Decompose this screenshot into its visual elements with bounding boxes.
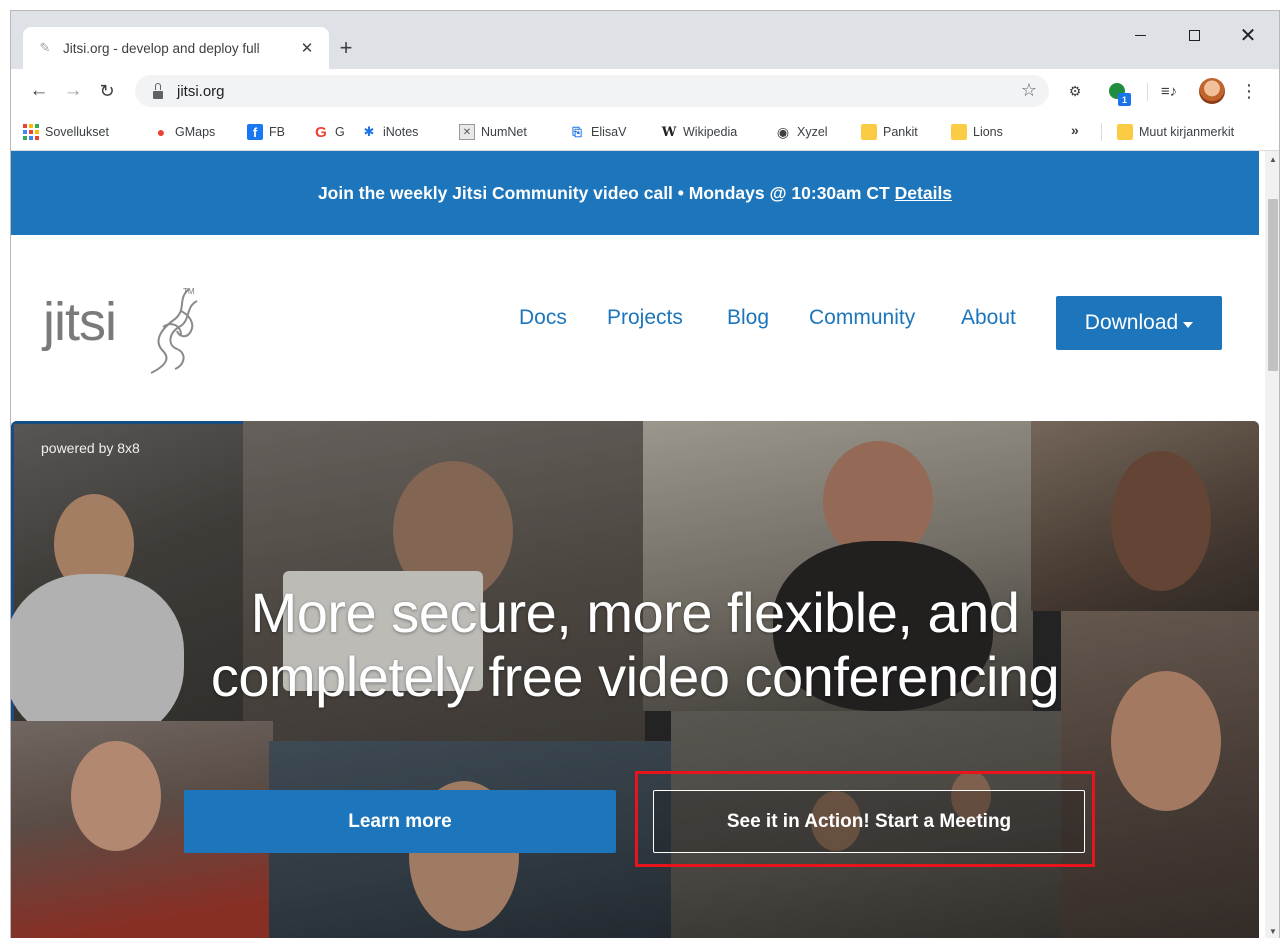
bookmark-numnet[interactable]: ✕ NumNet bbox=[459, 122, 527, 142]
folder-icon bbox=[861, 124, 877, 140]
folder-icon bbox=[951, 124, 967, 140]
numnet-icon: ✕ bbox=[459, 124, 475, 140]
forward-arrow-icon[interactable]: → bbox=[59, 77, 87, 105]
bookmark-other[interactable]: Muut kirjanmerkit bbox=[1117, 122, 1234, 142]
bookmark-star-icon[interactable]: ☆ bbox=[1021, 80, 1037, 101]
scrollbar-thumb[interactable] bbox=[1268, 199, 1278, 371]
bookmark-gmaps[interactable]: ● GMaps bbox=[153, 122, 216, 142]
globe-icon: ◉ bbox=[776, 123, 790, 140]
tab-strip: ✎ Jitsi.org - develop and deploy full ✕ … bbox=[11, 11, 1279, 69]
bookmark-label: NumNet bbox=[481, 125, 527, 139]
powered-by-label: powered by 8x8 bbox=[41, 440, 140, 456]
download-button[interactable]: Download bbox=[1056, 296, 1222, 350]
bookmark-label: ElisaV bbox=[591, 125, 627, 139]
nav-about[interactable]: About bbox=[961, 306, 1016, 330]
minimize-icon bbox=[1134, 34, 1146, 36]
new-tab-icon[interactable]: + bbox=[333, 35, 359, 61]
jitsi-logo[interactable]: jitsi TM bbox=[43, 281, 223, 381]
lock-icon[interactable] bbox=[153, 82, 163, 99]
browser-window: ✎ Jitsi.org - develop and deploy full ✕ … bbox=[10, 10, 1280, 938]
minimize-button[interactable] bbox=[1117, 21, 1163, 49]
bookmark-wikipedia[interactable]: W Wikipedia bbox=[661, 122, 738, 142]
folder-icon bbox=[1117, 124, 1133, 140]
nav-projects[interactable]: Projects bbox=[607, 306, 683, 330]
tab-close-icon[interactable]: ✕ bbox=[297, 38, 317, 58]
page-scrollbar[interactable]: ▲ ▼ bbox=[1265, 151, 1279, 938]
caret-down-icon bbox=[1183, 321, 1194, 328]
highlight-annotation bbox=[635, 771, 1095, 867]
profile-avatar[interactable] bbox=[1199, 78, 1225, 104]
bookmark-fb[interactable]: f FB bbox=[247, 122, 285, 142]
toolbar-divider bbox=[1147, 83, 1148, 101]
inotes-icon: ✱ bbox=[363, 124, 375, 139]
bookmark-label: Wikipedia bbox=[683, 125, 738, 139]
nav-docs[interactable]: Docs bbox=[519, 306, 567, 330]
community-banner: Join the weekly Jitsi Community video ca… bbox=[11, 151, 1259, 235]
extension-badge-icon[interactable]: 1 bbox=[1105, 79, 1131, 106]
browser-tab[interactable]: ✎ Jitsi.org - develop and deploy full ✕ bbox=[23, 27, 329, 69]
page-viewport: Join the weekly Jitsi Community video ca… bbox=[11, 151, 1279, 938]
bookmark-label: Muut kirjanmerkit bbox=[1139, 125, 1235, 139]
reload-icon[interactable]: ↻ bbox=[93, 77, 121, 105]
bookmarks-bar: Sovellukset ● GMaps f FB G G ✱ iNotes ✕ … bbox=[11, 113, 1279, 151]
hero-section: powered by 8x8 More secure, more flexibl… bbox=[11, 421, 1259, 938]
bookmark-label: G bbox=[335, 125, 345, 139]
bookmark-lions[interactable]: Lions bbox=[951, 122, 1003, 142]
media-control-icon[interactable]: ≡♪ bbox=[1157, 79, 1181, 103]
bookmark-label: Sovellukset bbox=[45, 125, 109, 139]
extension-icon[interactable]: ⚙ bbox=[1065, 79, 1085, 103]
bookmark-pankit[interactable]: Pankit bbox=[861, 122, 918, 142]
facebook-icon: f bbox=[247, 124, 263, 140]
scroll-up-arrow-icon[interactable]: ▲ bbox=[1265, 151, 1279, 167]
bookmarks-divider bbox=[1101, 123, 1102, 141]
tab-title: Jitsi.org - develop and deploy full bbox=[63, 40, 260, 56]
elisa-icon: ⎘ bbox=[572, 124, 582, 139]
back-arrow-icon[interactable]: ← bbox=[25, 77, 53, 105]
bookmark-label: Lions bbox=[973, 125, 1003, 139]
jitsi-flame-icon bbox=[150, 288, 198, 374]
bookmark-xyzel[interactable]: ◉ Xyzel bbox=[775, 122, 828, 142]
extension-badge-count: 1 bbox=[1118, 93, 1131, 106]
more-menu-icon[interactable]: ⋮ bbox=[1239, 78, 1259, 104]
jitsi-favicon-icon: ✎ bbox=[39, 40, 51, 55]
maximize-icon bbox=[1188, 29, 1200, 41]
bookmark-elisav[interactable]: ⎘ ElisaV bbox=[569, 122, 626, 142]
google-icon: G bbox=[315, 123, 327, 141]
banner-text: Join the weekly Jitsi Community video ca… bbox=[317, 182, 890, 203]
learn-more-button[interactable]: Learn more bbox=[184, 790, 616, 853]
site-header: jitsi TM Docs Projects Blog Community Ab… bbox=[11, 235, 1259, 421]
bookmark-sovellukset[interactable]: Sovellukset bbox=[23, 122, 109, 142]
bookmark-inotes[interactable]: ✱ iNotes bbox=[361, 122, 419, 142]
bookmark-label: FB bbox=[269, 125, 285, 139]
bookmark-label: Xyzel bbox=[797, 125, 828, 139]
browser-toolbar: ← → ↻ jitsi.org ☆ ⚙ 1 ≡♪ ⋮ bbox=[11, 69, 1279, 113]
bookmarks-overflow-icon[interactable]: » bbox=[1071, 122, 1079, 138]
banner-details-link[interactable]: Details bbox=[895, 183, 952, 204]
nav-blog[interactable]: Blog bbox=[727, 306, 769, 330]
hero-title-line-2: completely free video conferencing bbox=[210, 645, 1060, 708]
scroll-down-arrow-icon[interactable]: ▼ bbox=[1265, 923, 1279, 938]
url-text[interactable]: jitsi.org bbox=[177, 83, 225, 100]
hero-title-line-1: More secure, more flexible, and bbox=[250, 581, 1020, 644]
bookmark-label: iNotes bbox=[383, 125, 419, 139]
address-bar[interactable]: jitsi.org ☆ bbox=[135, 75, 1049, 107]
bookmark-label: GMaps bbox=[175, 125, 216, 139]
logo-text: jitsi bbox=[43, 292, 117, 352]
wikipedia-icon: W bbox=[661, 124, 677, 140]
hero-title: More secure, more flexible, and complete… bbox=[11, 581, 1259, 709]
download-label: Download bbox=[1084, 311, 1179, 334]
close-window-button[interactable]: ✕ bbox=[1225, 21, 1271, 49]
bookmark-g[interactable]: G G bbox=[313, 122, 345, 142]
nav-community[interactable]: Community bbox=[809, 306, 915, 330]
bookmark-label: Pankit bbox=[883, 125, 918, 139]
maps-pin-icon: ● bbox=[156, 124, 166, 140]
maximize-button[interactable] bbox=[1171, 21, 1217, 49]
apps-grid-icon bbox=[23, 124, 39, 140]
